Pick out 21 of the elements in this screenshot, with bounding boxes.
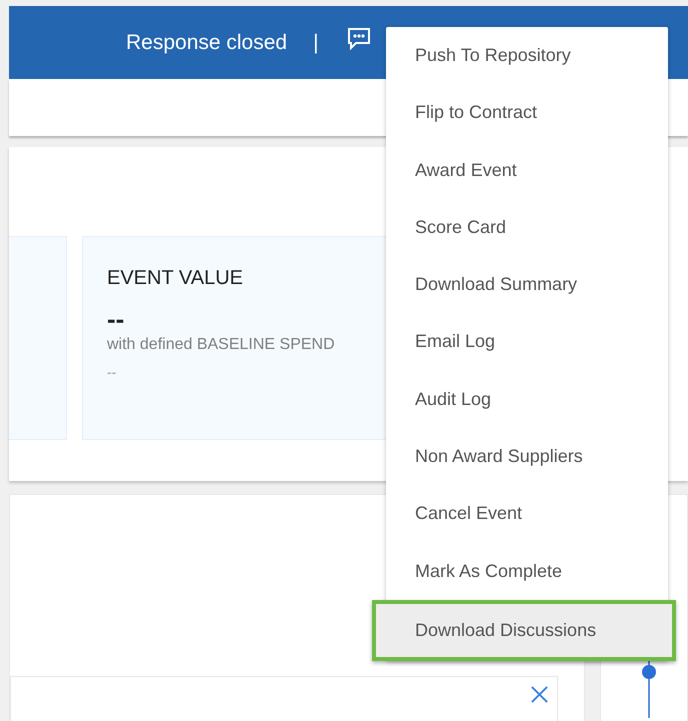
tile-value: -- [107,304,126,334]
close-icon[interactable] [530,685,549,704]
status-text: Response closed [126,30,288,54]
tile-detail: -- [107,364,118,380]
input-field[interactable] [10,676,558,721]
chat-icon[interactable] [346,28,371,50]
menu-item[interactable]: Mark As Complete [386,542,668,600]
tile-title: EVENT VALUE [107,267,244,290]
menu-item[interactable]: Download Discussions [372,600,676,661]
menu-item[interactable]: Non Award Suppliers [386,428,668,486]
menu-item[interactable]: Award Event [386,142,668,199]
tile-caption: with defined BASELINE SPEND [107,336,336,354]
menu-item[interactable]: Email Log [386,313,668,371]
menu-item[interactable]: Cancel Event [386,485,668,543]
menu-item[interactable]: Audit Log [386,370,668,428]
separator-text: | [313,30,319,54]
menu-item[interactable]: Push To Repository [386,27,668,84]
menu-item[interactable]: Download Summary [386,256,668,314]
menu-item[interactable]: Score Card [386,198,668,256]
menu-item[interactable]: Flip to Contract [386,84,668,142]
timeline-drawing [641,658,657,718]
